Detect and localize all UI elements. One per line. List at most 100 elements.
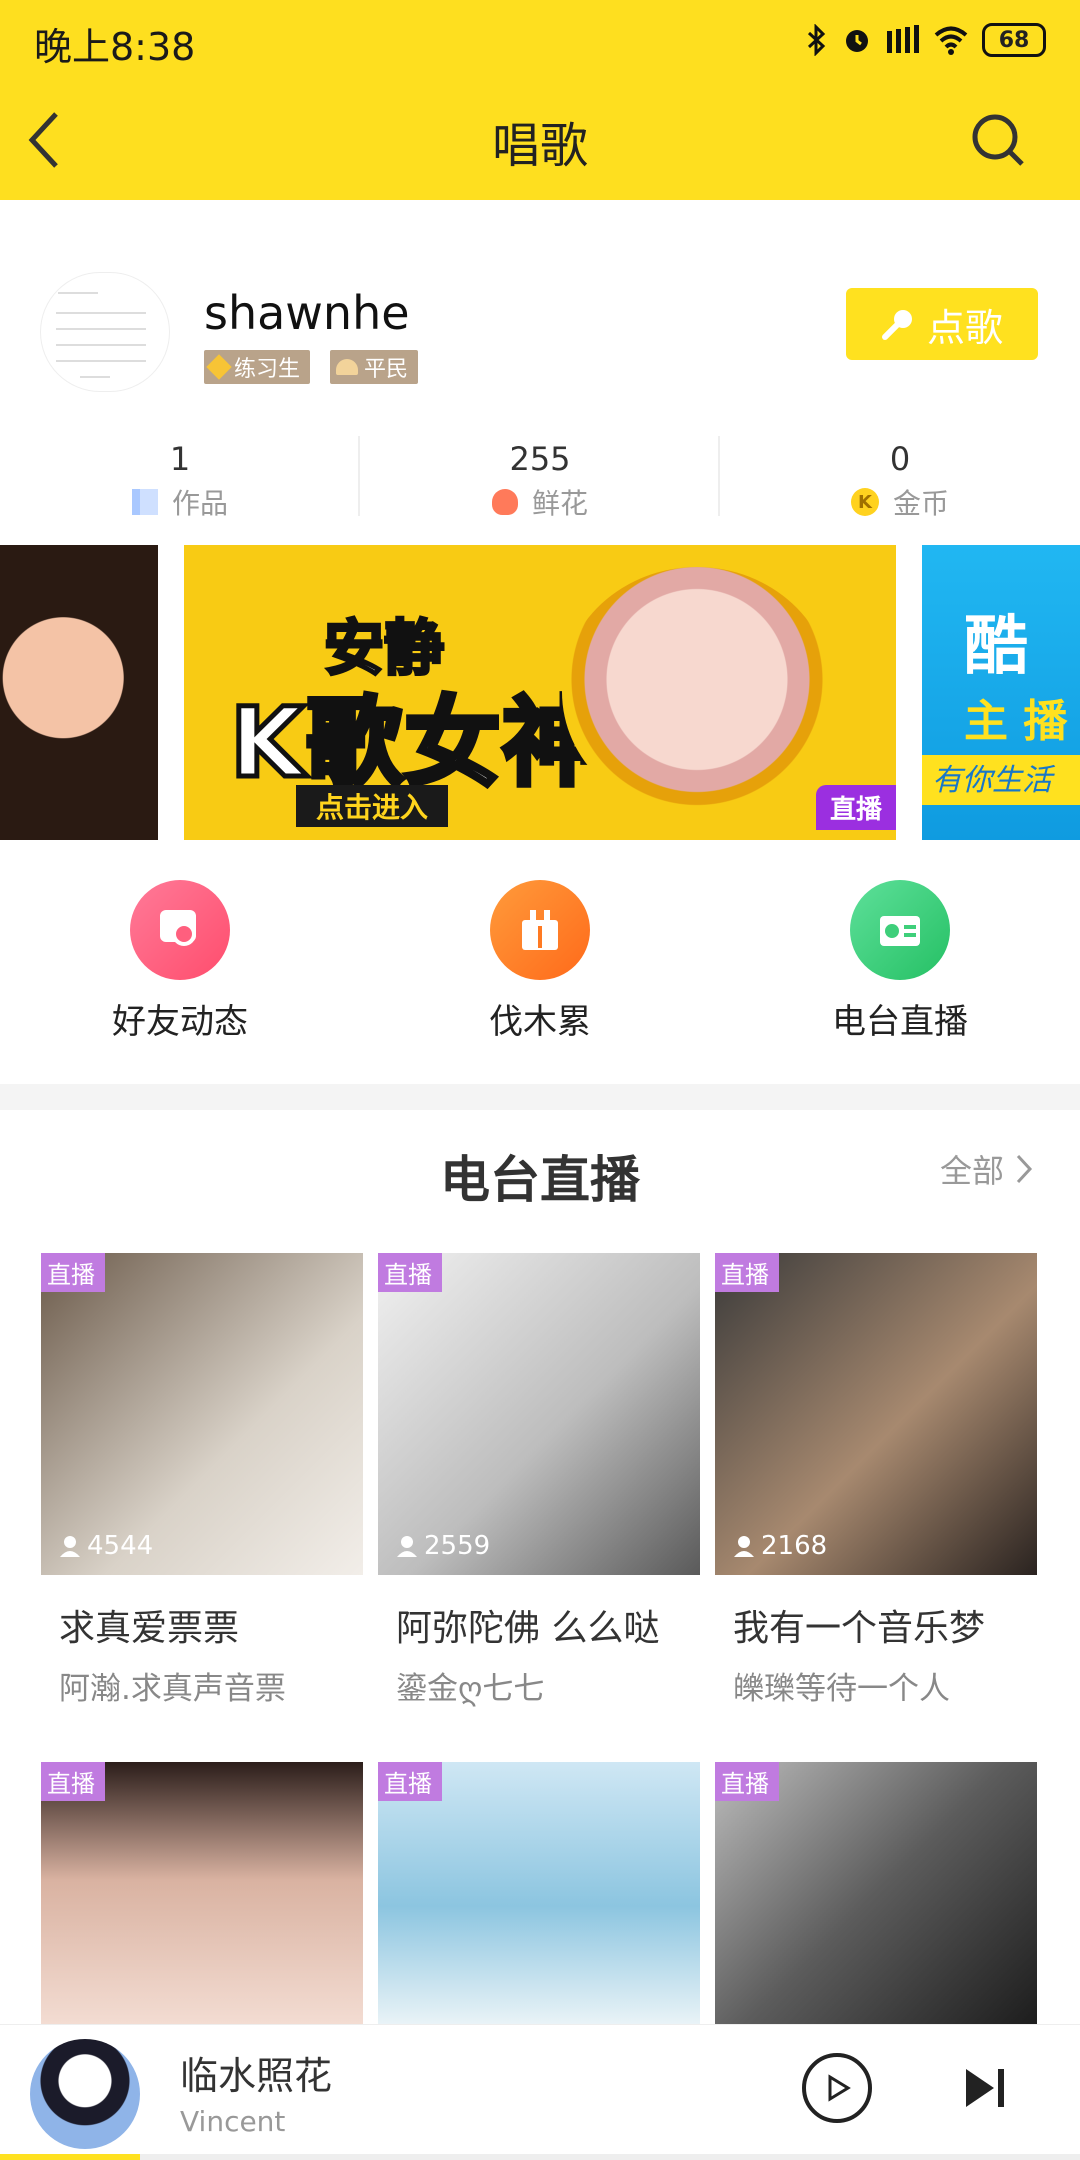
mini-player[interactable]: 临水照花 Vincent bbox=[0, 2024, 1080, 2160]
shortcut-family-label: 伐木累 bbox=[489, 1002, 591, 1042]
coin-icon: K bbox=[850, 488, 879, 516]
signal-icon bbox=[887, 25, 919, 53]
live-card-image: 直播 4544 bbox=[41, 1253, 363, 1575]
live-card-image: 直播 bbox=[378, 1762, 700, 2024]
live-badge: 直播 bbox=[715, 1253, 779, 1292]
avatar[interactable] bbox=[40, 272, 170, 392]
user-icon bbox=[397, 1536, 417, 1557]
banner-next-line2: 主 播 bbox=[964, 696, 1068, 747]
live-card-title: 求真爱票票 bbox=[59, 1608, 240, 1649]
viewer-count: 2168 bbox=[733, 1531, 827, 1561]
live-card[interactable]: 直播 bbox=[378, 1762, 700, 2024]
stat-flowers[interactable]: 255 鲜花 bbox=[360, 440, 720, 530]
viewer-count-value: 4544 bbox=[87, 1531, 154, 1561]
hat-icon bbox=[336, 359, 358, 375]
player-progress bbox=[0, 2154, 1080, 2160]
banner-next-line3: 有你生活 bbox=[922, 755, 1080, 805]
live-card-host: 皪瓅等待一个人 bbox=[733, 1671, 950, 1707]
works-icon bbox=[131, 489, 158, 515]
shortcut-friend-feed-label: 好友动态 bbox=[112, 1002, 248, 1042]
live-badge: 直播 bbox=[41, 1762, 105, 1801]
chevron-right-icon bbox=[1016, 1154, 1033, 1184]
stat-coins-label: 金币 bbox=[892, 487, 949, 520]
rank-badge-label: 平民 bbox=[364, 357, 409, 382]
viewer-count: 4544 bbox=[59, 1531, 153, 1561]
order-song-button[interactable]: 点歌 bbox=[846, 288, 1038, 360]
diamond-icon bbox=[206, 354, 232, 380]
banner-live-badge: 直播 bbox=[815, 785, 896, 830]
banner-next-line1: 酷 bbox=[964, 610, 1028, 684]
level-badge: 练习生 bbox=[204, 350, 311, 384]
level-badge-label: 练习生 bbox=[234, 357, 301, 382]
live-card-image: 直播 bbox=[41, 1762, 363, 2024]
stat-coins[interactable]: 0 K 金币 bbox=[720, 440, 1080, 530]
section-all-link[interactable]: 全部 bbox=[940, 1146, 1034, 1192]
stat-works[interactable]: 1 作品 bbox=[0, 440, 360, 530]
live-card-title: 我有一个音乐梦 bbox=[733, 1608, 986, 1649]
status-time: 晚上8:38 bbox=[34, 25, 196, 69]
live-card-image: 直播 bbox=[715, 1762, 1037, 2024]
stat-coins-value: 0 bbox=[889, 440, 911, 478]
user-icon bbox=[734, 1536, 754, 1557]
page-title: 唱歌 bbox=[491, 118, 588, 174]
banner-main[interactable]: 安静 K歌女神 点击进入 直播 bbox=[184, 545, 896, 840]
rank-badge: 平民 bbox=[330, 350, 419, 384]
viewer-count-value: 2168 bbox=[761, 1531, 828, 1561]
battery-icon: 68 bbox=[982, 23, 1046, 57]
live-card-image: 直播 2559 bbox=[378, 1253, 700, 1575]
live-card[interactable]: 直播 2168 我有一个音乐梦 皪瓅等待一个人 bbox=[715, 1253, 1037, 1708]
wifi-icon bbox=[934, 26, 968, 55]
stat-works-label: 作品 bbox=[171, 487, 228, 520]
live-badge: 直播 bbox=[378, 1253, 442, 1292]
live-card[interactable]: 直播 bbox=[715, 1762, 1037, 2024]
user-icon bbox=[60, 1536, 80, 1557]
live-badge: 直播 bbox=[378, 1762, 442, 1801]
banner-title-line2: K歌女神 bbox=[227, 685, 601, 802]
status-bar: 晚上8:38 68 bbox=[0, 0, 1080, 80]
flower-icon bbox=[491, 489, 518, 515]
section-title: 电台直播 bbox=[440, 1151, 640, 1209]
bluetooth-icon bbox=[807, 24, 826, 56]
player-song-title: 临水照花 bbox=[180, 2054, 333, 2098]
banner-prev[interactable] bbox=[0, 545, 158, 840]
play-button[interactable] bbox=[802, 2053, 872, 2123]
live-badge: 直播 bbox=[715, 1762, 779, 1801]
banner-portrait bbox=[562, 567, 832, 817]
next-track-icon[interactable] bbox=[960, 2063, 1010, 2113]
username: shawnhe bbox=[204, 286, 410, 340]
live-card-host: 鎏金ღ七七 bbox=[396, 1671, 545, 1707]
shortcut-radio-live[interactable]: 电台直播 bbox=[800, 880, 1000, 1043]
stat-flowers-value: 255 bbox=[509, 440, 571, 478]
friend-feed-icon bbox=[130, 880, 230, 980]
live-card-host: 阿瀚.求真声音票 bbox=[59, 1671, 286, 1707]
search-icon[interactable] bbox=[970, 112, 1026, 168]
shortcut-friend-feed[interactable]: 好友动态 bbox=[80, 880, 280, 1043]
player-thumbnail bbox=[30, 2039, 140, 2149]
banner-cta: 点击进入 bbox=[296, 785, 449, 827]
microphone-icon bbox=[881, 310, 912, 340]
order-song-label: 点歌 bbox=[926, 305, 1003, 350]
live-card-image: 直播 2168 bbox=[715, 1253, 1037, 1575]
live-card-title: 阿弥陀佛 么么哒 bbox=[396, 1608, 660, 1649]
viewer-count-value: 2559 bbox=[424, 1531, 491, 1561]
title-bar: 唱歌 bbox=[0, 80, 1080, 200]
stat-works-value: 1 bbox=[169, 440, 191, 478]
play-icon bbox=[828, 2074, 851, 2102]
banner-next[interactable]: 酷 主 播 有你生活 bbox=[922, 545, 1080, 840]
section-all-label: 全部 bbox=[939, 1152, 1004, 1190]
live-badge: 直播 bbox=[41, 1253, 105, 1292]
live-card[interactable]: 直播 bbox=[41, 1762, 363, 2024]
section-divider bbox=[0, 1084, 1080, 1110]
shortcut-radio-live-label: 电台直播 bbox=[832, 1002, 968, 1042]
stat-flowers-label: 鲜花 bbox=[531, 487, 588, 520]
live-card[interactable]: 直播 2559 阿弥陀佛 么么哒 鎏金ღ七七 bbox=[378, 1253, 700, 1708]
live-card[interactable]: 直播 4544 求真爱票票 阿瀚.求真声音票 bbox=[41, 1253, 363, 1708]
viewer-count: 2559 bbox=[396, 1531, 490, 1561]
alarm-icon bbox=[846, 30, 868, 52]
status-icons: 68 bbox=[806, 18, 1046, 62]
player-artist: Vincent bbox=[180, 2105, 286, 2138]
radio-icon bbox=[850, 880, 950, 980]
shortcut-family[interactable]: 伐木累 bbox=[440, 880, 640, 1043]
player-progress-fill bbox=[0, 2154, 140, 2160]
family-icon bbox=[490, 880, 590, 980]
